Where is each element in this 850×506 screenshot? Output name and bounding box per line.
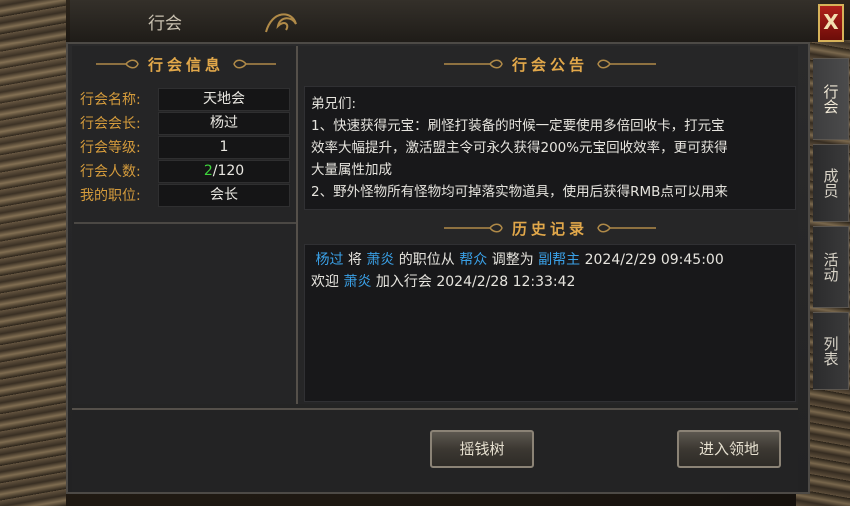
guild-leader-label: 行会会长: (80, 116, 141, 132)
history-timestamp: 2024/2/29 09:45:00 (580, 252, 724, 268)
tab-guild[interactable]: 行会 (813, 58, 849, 140)
tab-list[interactable]: 列表 (813, 312, 849, 390)
guild-members-current: 2 (203, 162, 213, 179)
notice-line: 1、快速获得元宝：刷怪打装备的时候一定要使用多倍回收卡，打元宝 (311, 118, 725, 134)
player-name-link[interactable]: 萧炎 (366, 252, 394, 268)
history-text: 调整为 (487, 252, 539, 268)
tab-guild-label: 行会 (821, 84, 840, 114)
guild-name-label: 行会名称: (80, 92, 141, 108)
heading-ornament-right-icon (597, 223, 656, 233)
guild-level-row: 行会等级: 1 (80, 135, 292, 159)
heading-ornament-right-icon (597, 59, 656, 69)
guild-leader-value: 杨过 (158, 111, 290, 135)
enter-territory-button[interactable]: 进入领地 (677, 430, 781, 468)
guild-members-max: /120 (212, 162, 245, 179)
history-text: 加入行会 2024/2/28 12:33:42 (371, 274, 576, 290)
guild-level-label: 行会等级: (80, 140, 141, 156)
tab-members-label: 成员 (821, 168, 840, 198)
guild-name-value: 天地会 (158, 87, 290, 111)
heading-ornament-left-icon (95, 59, 139, 69)
tab-activities[interactable]: 活动 (813, 226, 849, 308)
guild-members-value: 2/120 (158, 159, 290, 183)
my-position-value: 会长 (158, 183, 290, 207)
money-tree-button[interactable]: 摇钱树 (430, 430, 534, 468)
history-text: 欢迎 (311, 274, 344, 290)
history-entry: 杨过 将 萧炎 的职位从 帮众 调整为 副帮主 2024/2/29 09:45:… (311, 249, 789, 271)
guild-members-row: 行会人数: 2/120 (80, 159, 292, 183)
guild-level-value: 1 (158, 135, 290, 159)
tab-activities-label: 活动 (821, 252, 840, 282)
notice-line: 大量属性加成 (311, 162, 392, 178)
history-heading: 历史记录 (304, 216, 796, 240)
guild-name-row: 行会名称: 天地会 (80, 87, 292, 111)
left-divider (74, 222, 296, 224)
history-log[interactable]: 杨过 将 萧炎 的职位从 帮众 调整为 副帮主 2024/2/29 09:45:… (304, 244, 796, 402)
history-heading-text: 历史记录 (511, 219, 588, 238)
guild-info-heading: 行会信息 (80, 52, 292, 76)
title-plate (70, 0, 820, 42)
dragon-ornament-left (0, 0, 66, 506)
history-entry: 欢迎 萧炎 加入行会 2024/2/28 12:33:42 (311, 271, 789, 293)
window-title: 行会 (148, 14, 182, 34)
tab-members[interactable]: 成员 (813, 144, 849, 222)
rank-name: 帮众 (459, 252, 488, 268)
heading-ornament-right-icon (233, 59, 276, 69)
heading-ornament-left-icon (443, 223, 503, 233)
history-text: 将 (343, 252, 367, 268)
game-window: 行会 X 行会信息 行会名称: 天地会 行会会长: 杨过 行会等级: 1 行会人… (0, 0, 850, 506)
guild-leader-row: 行会会长: 杨过 (80, 111, 292, 135)
notice-heading-text: 行会公告 (511, 55, 588, 74)
tab-list-label: 列表 (821, 336, 840, 366)
heading-ornament-left-icon (443, 59, 503, 69)
title-swirl-icon (265, 13, 297, 33)
rank-name: 副帮主 (538, 252, 581, 268)
notice-line: 2、野外怪物所有怪物均可掉落实物道具，使用后获得RMB点可以用来 (311, 184, 728, 200)
player-name-link[interactable]: 杨过 (315, 252, 343, 268)
my-position-row: 我的职位: 会长 (80, 183, 292, 207)
notice-line: 效率大幅提升，激活盟主令可永久获得200%元宝回收效率，更可获得 (311, 140, 728, 156)
guild-members-label: 行会人数: (80, 164, 141, 180)
guild-info-heading-text: 行会信息 (147, 55, 224, 74)
notice-line: 弟兄们: (311, 96, 357, 112)
notice-text-area[interactable]: 弟兄们: 1、快速获得元宝：刷怪打装备的时候一定要使用多倍回收卡，打元宝 效率大… (304, 86, 796, 210)
notice-heading: 行会公告 (304, 52, 796, 76)
my-position-label: 我的职位: (80, 188, 141, 204)
close-button[interactable]: X (818, 4, 844, 42)
history-text: 的职位从 (394, 252, 460, 268)
player-name-link[interactable]: 萧炎 (343, 274, 371, 290)
